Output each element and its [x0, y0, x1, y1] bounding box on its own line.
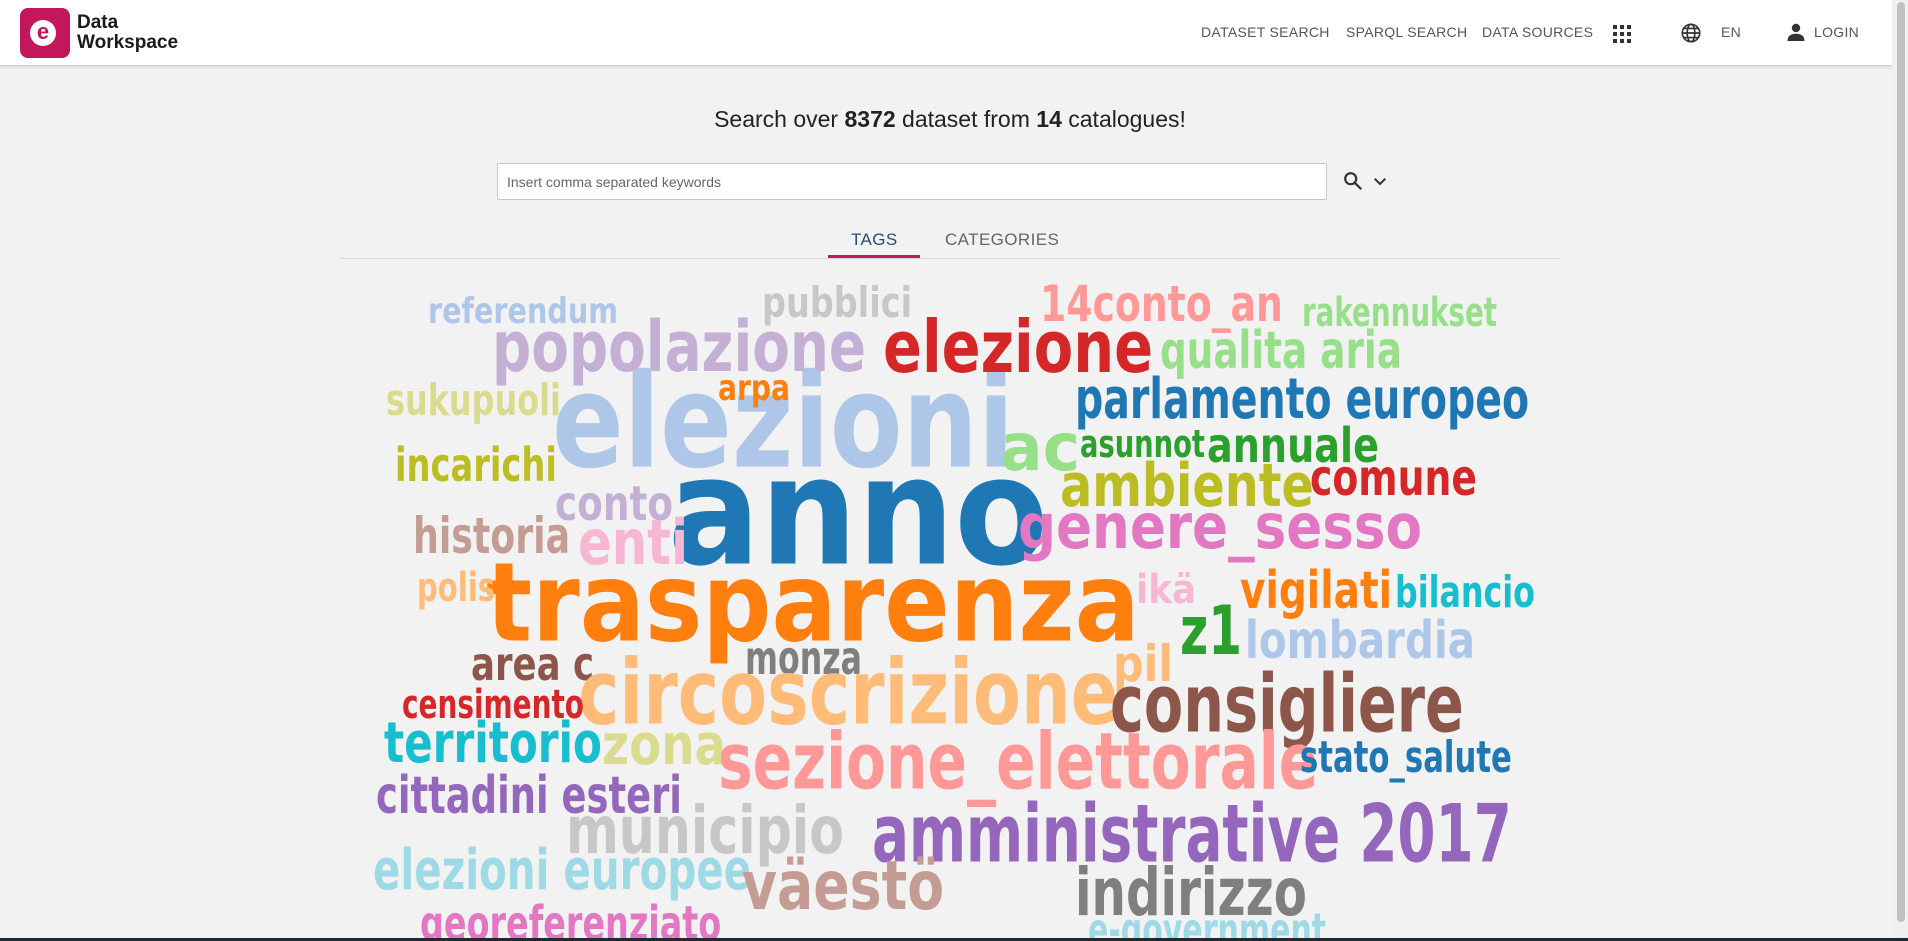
tag-word-e-government[interactable]: e-government [1088, 908, 1326, 941]
logo-letter: e [30, 20, 56, 46]
tag-word-historia[interactable]: historia [413, 512, 570, 562]
headline-suffix: catalogues! [1061, 106, 1186, 132]
tag-word-bilancio[interactable]: bilancio [1395, 570, 1535, 614]
tabs-divider [341, 258, 1561, 259]
nav-data-sources[interactable]: DATA SOURCES [1482, 24, 1593, 40]
login-link[interactable]: LOGIN [1814, 24, 1859, 40]
logo-line-2: Workspace [77, 32, 179, 53]
catalogue-count: 14 [1036, 106, 1062, 132]
chevron-down-icon[interactable] [1371, 172, 1389, 190]
globe-icon[interactable] [1680, 22, 1702, 44]
tag-cloud: anno elezioni trasparenza referendum pubblic… [0, 0, 1908, 941]
tag-word-stato-salute[interactable]: stato_salute [1300, 735, 1512, 779]
tag-word-elezioni-europee[interactable]: elezioni europee [373, 843, 751, 899]
search-icon[interactable] [1342, 170, 1364, 192]
dataset-count: 8372 [844, 106, 896, 132]
nav-dataset-search[interactable]: DATASET SEARCH [1201, 24, 1330, 40]
tab-categories[interactable]: CATEGORIES [945, 230, 1059, 250]
tag-word-territorio[interactable]: territorio [384, 716, 602, 772]
person-icon[interactable] [1786, 22, 1806, 42]
keyword-search-input[interactable] [497, 163, 1327, 200]
tag-word-popolazione[interactable]: popolazione [492, 312, 866, 382]
tag-word-vigilati[interactable]: vigilati [1240, 565, 1392, 617]
top-navbar: e Data Workspace DATASET SEARCH SPARQL S… [0, 0, 1908, 66]
tag-word-z1[interactable]: z1 [1180, 598, 1242, 666]
tag-word-polis[interactable]: polis [417, 568, 495, 608]
headline-middle: dataset from [895, 106, 1037, 132]
tag-word-enti[interactable]: enti [578, 512, 688, 574]
tab-tags[interactable]: TAGS [851, 230, 898, 250]
nav-sparql-search[interactable]: SPARQL SEARCH [1346, 24, 1467, 40]
language-selector[interactable]: EN [1721, 24, 1741, 40]
logo-line-1: Data [77, 12, 119, 33]
tag-word-väestö[interactable]: väestö [742, 853, 944, 921]
search-headline: Search over 8372 dataset from 14 catalog… [0, 106, 1900, 133]
headline-prefix: Search over [714, 106, 845, 132]
scrollbar-thumb[interactable] [1897, 2, 1905, 922]
app-logo[interactable]: e Data Workspace [20, 8, 178, 58]
apps-icon[interactable] [1612, 24, 1632, 44]
tag-word-sukupuoli[interactable]: sukupuoli [386, 378, 561, 422]
tag-word-genere-sesso[interactable]: genere_sesso [1018, 496, 1422, 558]
logo-mark: e [20, 8, 70, 58]
active-tab-indicator [828, 255, 920, 258]
tag-word-georeferenziato[interactable]: georeferenziato [420, 900, 721, 941]
logo-text: Data Workspace [77, 13, 178, 53]
tag-word-incarichi[interactable]: incarichi [395, 443, 557, 489]
tag-word-arpa[interactable]: arpa [718, 370, 790, 406]
